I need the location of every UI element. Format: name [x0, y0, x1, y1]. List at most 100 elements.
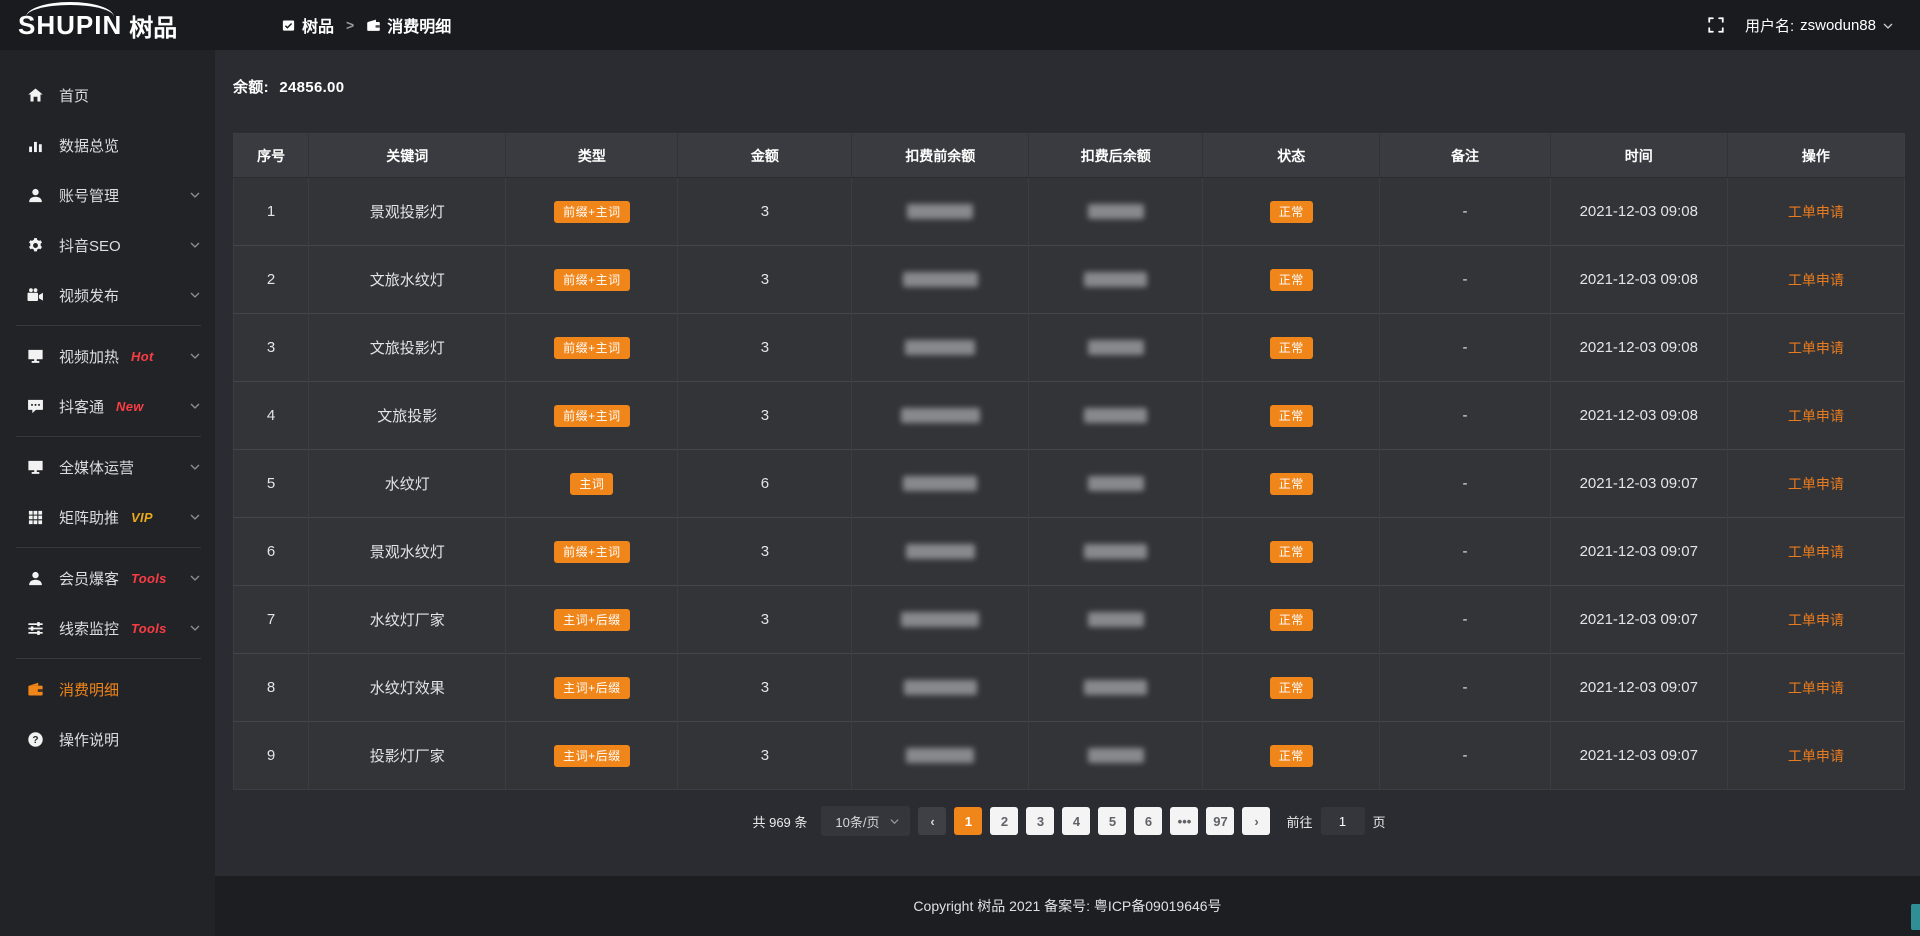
- table-body: 1景观投影灯前缀+主词3正常-2021-12-03 09:08工单申请2文旅水纹…: [234, 178, 1905, 790]
- sidebar-item-data-overview[interactable]: 数据总览: [0, 120, 215, 170]
- breadcrumb: 树品>消费明细: [281, 13, 451, 37]
- work-order-link[interactable]: 工单申请: [1788, 612, 1844, 628]
- cell-balance-after: [1029, 586, 1203, 654]
- table-row: 2文旅水纹灯前缀+主词3正常-2021-12-03 09:08工单申请: [234, 246, 1905, 314]
- redacted-value: [1088, 476, 1144, 491]
- logo-text-en: SHUPIN: [18, 10, 122, 41]
- sidebar-divider: [16, 547, 201, 548]
- page-button-5[interactable]: 5: [1098, 807, 1126, 835]
- status-badge: 正常: [1270, 201, 1313, 223]
- page-button-1[interactable]: 1: [954, 807, 982, 835]
- sidebar-item-tag: Tools: [131, 571, 167, 586]
- cell-balance-before: [852, 586, 1029, 654]
- column-header: 状态: [1203, 134, 1380, 178]
- cell-type: 前缀+主词: [506, 382, 678, 450]
- chevron-down-icon: [189, 400, 201, 412]
- work-order-link[interactable]: 工单申请: [1788, 476, 1844, 492]
- table-row: 6景观水纹灯前缀+主词3正常-2021-12-03 09:07工单申请: [234, 518, 1905, 586]
- cell-amount: 3: [678, 586, 852, 654]
- work-order-link[interactable]: 工单申请: [1788, 748, 1844, 764]
- copyright-text: Copyright 树品 2021 备案号: 粤ICP备09019646号: [913, 896, 1221, 916]
- cell-status: 正常: [1203, 450, 1380, 518]
- next-page-button[interactable]: ›: [1242, 807, 1270, 835]
- sliders-icon: [27, 620, 44, 637]
- sidebar-item-video-publish[interactable]: 视频发布: [0, 270, 215, 320]
- sidebar-item-douketong[interactable]: 抖客通New: [0, 381, 215, 431]
- cell-amount: 3: [678, 654, 852, 722]
- breadcrumb-item-consumption-detail[interactable]: 消费明细: [366, 13, 451, 37]
- page-button-3[interactable]: 3: [1026, 807, 1054, 835]
- chevron-down-icon: [1882, 18, 1894, 32]
- cell-type: 主词+后缀: [506, 654, 678, 722]
- sidebar-item-account-management[interactable]: 账号管理: [0, 170, 215, 220]
- home-icon: [27, 87, 44, 104]
- sidebar-item-member-baoke[interactable]: 会员爆客Tools: [0, 553, 215, 603]
- page-size-select[interactable]: 10条/页: [821, 806, 910, 836]
- work-order-link[interactable]: 工单申请: [1788, 544, 1844, 560]
- breadcrumb-label: 消费明细: [387, 13, 451, 37]
- fullscreen-icon[interactable]: [1707, 16, 1725, 34]
- cell-keyword: 景观水纹灯: [309, 518, 506, 586]
- cell-balance-before: [852, 382, 1029, 450]
- sidebar-item-home[interactable]: 首页: [0, 70, 215, 120]
- chevron-down-icon: [889, 816, 900, 827]
- breadcrumb-item-shupin[interactable]: 树品: [281, 13, 334, 37]
- sidebar-item-operation-guide[interactable]: ?操作说明: [0, 714, 215, 764]
- chevron-down-icon: [189, 511, 201, 523]
- help-icon: ?: [27, 731, 44, 748]
- redacted-value: [905, 340, 975, 355]
- prev-page-button[interactable]: ‹: [918, 807, 946, 835]
- sidebar-item-label: 账号管理: [59, 185, 119, 206]
- chevron-down-icon: [189, 622, 201, 634]
- cell-keyword: 水纹灯: [309, 450, 506, 518]
- cell-action: 工单申请: [1727, 654, 1904, 722]
- work-order-link[interactable]: 工单申请: [1788, 680, 1844, 696]
- type-badge: 主词+后缀: [554, 609, 630, 631]
- user-menu[interactable]: 用户名: zswodun88: [1745, 15, 1894, 36]
- page-ellipsis[interactable]: •••: [1170, 807, 1198, 835]
- sidebar-item-douyin-seo[interactable]: 抖音SEO: [0, 220, 215, 270]
- username-label: 用户名:: [1745, 15, 1794, 36]
- sidebar-item-media-operation[interactable]: 全媒体运营: [0, 442, 215, 492]
- type-badge: 主词: [570, 473, 613, 495]
- chevron-down-icon: [189, 189, 201, 201]
- pagination: 共 969 条10条/页‹123456•••97›前往页: [233, 806, 1905, 836]
- page-button-4[interactable]: 4: [1062, 807, 1090, 835]
- work-order-link[interactable]: 工单申请: [1788, 272, 1844, 288]
- type-badge: 主词+后缀: [554, 745, 630, 767]
- cell-time: 2021-12-03 09:07: [1550, 450, 1727, 518]
- chevron-down-icon: [189, 572, 201, 584]
- status-badge: 正常: [1270, 337, 1313, 359]
- cell-status: 正常: [1203, 654, 1380, 722]
- sidebar-item-video-heating[interactable]: 视频加热Hot: [0, 331, 215, 381]
- cell-index: 9: [234, 722, 309, 790]
- cell-action: 工单申请: [1727, 178, 1904, 246]
- sidebar-item-matrix-boost[interactable]: 矩阵助推VIP: [0, 492, 215, 542]
- work-order-link[interactable]: 工单申请: [1788, 408, 1844, 424]
- logo[interactable]: SHUPIN 树品: [0, 8, 215, 43]
- page-size-value: 10条/页: [835, 812, 879, 831]
- sidebar-item-consumption-detail[interactable]: 消费明细: [0, 664, 215, 714]
- sidebar-item-label: 视频加热: [59, 346, 119, 367]
- cell-remark: -: [1380, 518, 1550, 586]
- page-button-6[interactable]: 6: [1134, 807, 1162, 835]
- work-order-link[interactable]: 工单申请: [1788, 204, 1844, 220]
- logo-text-cn: 树品: [129, 8, 177, 43]
- sidebar-item-lead-monitor[interactable]: 线索监控Tools: [0, 603, 215, 653]
- cell-balance-after: [1029, 178, 1203, 246]
- table-row: 9投影灯厂家主词+后缀3正常-2021-12-03 09:07工单申请: [234, 722, 1905, 790]
- sidebar-item-label: 数据总览: [59, 135, 119, 156]
- cell-time: 2021-12-03 09:08: [1550, 314, 1727, 382]
- redacted-value: [903, 272, 978, 287]
- chevron-down-icon: [189, 350, 201, 362]
- chart-icon: [27, 137, 44, 154]
- grid-icon: [27, 509, 44, 526]
- work-order-link[interactable]: 工单申请: [1788, 340, 1844, 356]
- sidebar-item-label: 线索监控: [59, 618, 119, 639]
- goto-page-input[interactable]: [1321, 807, 1365, 835]
- page-button-97[interactable]: 97: [1206, 807, 1234, 835]
- cell-type: 前缀+主词: [506, 518, 678, 586]
- page-button-2[interactable]: 2: [990, 807, 1018, 835]
- cell-status: 正常: [1203, 314, 1380, 382]
- cell-balance-before: [852, 518, 1029, 586]
